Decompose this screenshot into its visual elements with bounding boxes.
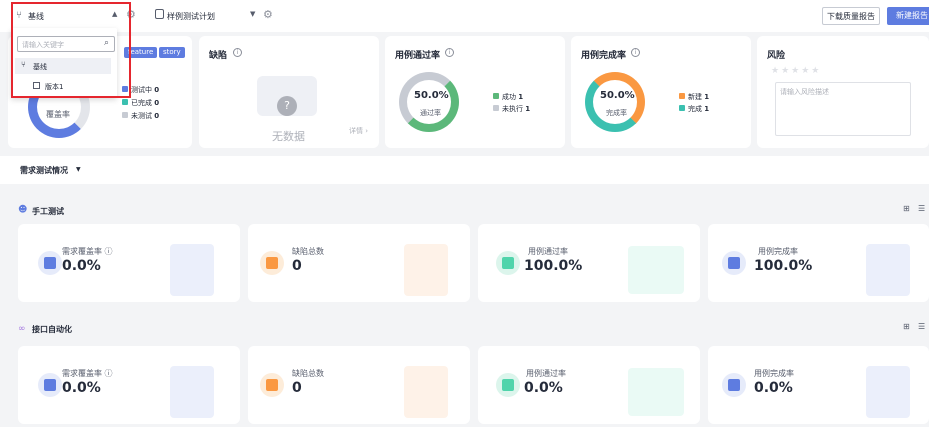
metric-card: 用例通过率 0.0% bbox=[478, 346, 700, 424]
risk-title: 风险 bbox=[767, 51, 786, 61]
legend-done: 已完成 0 bbox=[122, 98, 159, 108]
complete-rate-value: 50.0% bbox=[600, 90, 635, 101]
metric-label: 缺陷总数 bbox=[292, 247, 324, 256]
legend-untested: 未测试 0 bbox=[122, 111, 159, 121]
metric-label: 需求覆盖率 ⓘ bbox=[62, 247, 113, 256]
manual-test-title: 手工测试 bbox=[32, 207, 64, 216]
metric-label: 用例通过率 bbox=[528, 247, 568, 256]
tag-story[interactable]: story bbox=[159, 47, 185, 58]
coverage-rate-label: 覆盖率 bbox=[46, 110, 70, 119]
watermark-icon bbox=[170, 366, 214, 418]
new-report-button[interactable]: 新建报告 bbox=[887, 7, 929, 25]
watermark-icon bbox=[866, 366, 910, 418]
metric-card: 用例通过率 100.0% bbox=[478, 224, 700, 302]
grid-view-icon[interactable]: ⊞ bbox=[903, 204, 910, 213]
risk-card: 风险 ★★★★★ 请输入风险描述 bbox=[757, 36, 929, 148]
pass-rate-sub: 通过率 bbox=[420, 109, 441, 117]
metric-value: 100.0% bbox=[524, 258, 583, 274]
complete-rate-sub: 完成率 bbox=[606, 109, 627, 117]
metric-card: 需求覆盖率 ⓘ 0.0% bbox=[18, 224, 240, 302]
plan-settings-gear-icon[interactable]: ⚙ bbox=[263, 8, 273, 21]
metric-value: 100.0% bbox=[754, 258, 813, 274]
metric-label: 用例完成率 bbox=[754, 369, 794, 378]
chevron-down-icon[interactable]: ▼ bbox=[250, 10, 255, 18]
section-header: 需求测试情况 ▼ bbox=[0, 156, 929, 184]
plan-icon bbox=[155, 9, 164, 19]
plan-select[interactable]: 样例测试计划 bbox=[167, 11, 215, 22]
manual-test-group: ☻ 手工测试 ⊞ ☰ 需求覆盖率 ⓘ 0.0% 缺陷总数 0 用例通过率 100… bbox=[0, 196, 929, 308]
metric-value: 0.0% bbox=[524, 380, 563, 396]
quality-report-page: ⑂ 基线 ▲ ⚙ 样例测试计划 ▼ ⚙ 下载质量报告 新建报告 feature … bbox=[0, 0, 929, 427]
detail-link[interactable]: 详情 › bbox=[349, 126, 368, 136]
defect-icon bbox=[260, 251, 284, 275]
complete-rate-ring bbox=[585, 72, 645, 132]
metric-value: 0.0% bbox=[62, 258, 101, 274]
defect-icon bbox=[260, 373, 284, 397]
legend-new: 新建 1 bbox=[679, 92, 709, 102]
complete-icon bbox=[722, 251, 746, 275]
metric-value: 0.0% bbox=[754, 380, 793, 396]
list-view-icon[interactable]: ☰ bbox=[918, 204, 925, 213]
metric-label: 缺陷总数 bbox=[292, 369, 324, 378]
empty-text: 无数据 bbox=[272, 130, 305, 143]
list-view-icon[interactable]: ☰ bbox=[918, 322, 925, 331]
info-icon[interactable]: i bbox=[445, 48, 454, 57]
metric-label: 用例完成率 bbox=[758, 247, 798, 256]
watermark-icon bbox=[404, 244, 448, 296]
coverage-icon bbox=[38, 373, 62, 397]
metric-card: 需求覆盖率 ⓘ 0.0% bbox=[18, 346, 240, 424]
watermark-icon bbox=[866, 244, 910, 296]
top-toolbar: ⑂ 基线 ▲ ⚙ 样例测试计划 ▼ ⚙ 下载质量报告 新建报告 bbox=[0, 0, 929, 32]
watermark-icon bbox=[628, 246, 684, 294]
pass-rate-title: 用例通过率 bbox=[395, 51, 441, 61]
metric-value: 0.0% bbox=[62, 380, 101, 396]
question-icon: ? bbox=[277, 96, 297, 116]
api-test-group: ∞ 接口自动化 ⊞ ☰ 需求覆盖率 ⓘ 0.0% 缺陷总数 0 用例通过率 0.… bbox=[0, 314, 929, 427]
risk-rating-stars[interactable]: ★★★★★ bbox=[771, 66, 821, 76]
download-report-button[interactable]: 下载质量报告 bbox=[822, 7, 880, 25]
info-icon[interactable]: i bbox=[233, 48, 242, 57]
pass-rate-value: 50.0% bbox=[414, 90, 449, 101]
metric-value: 0 bbox=[292, 380, 302, 396]
pass-icon bbox=[496, 251, 520, 275]
pass-rate-card: 用例通过率 i 50.0% 通过率 成功 1 未执行 1 bbox=[385, 36, 565, 148]
watermark-icon bbox=[404, 366, 448, 418]
section-title[interactable]: 需求测试情况 bbox=[20, 165, 68, 176]
legend-success: 成功 1 bbox=[493, 92, 523, 102]
coverage-icon bbox=[38, 251, 62, 275]
complete-rate-card: 用例完成率 i 50.0% 完成率 新建 1 完成 1 bbox=[571, 36, 751, 148]
complete-rate-title: 用例完成率 bbox=[581, 51, 627, 61]
highlight-box bbox=[11, 2, 131, 98]
watermark-icon bbox=[628, 368, 684, 416]
metric-card: 用例完成率 100.0% bbox=[708, 224, 929, 302]
legend-complete: 完成 1 bbox=[679, 104, 709, 114]
pass-rate-ring bbox=[399, 72, 459, 132]
defects-title: 缺陷 bbox=[209, 51, 228, 61]
watermark-icon bbox=[170, 244, 214, 296]
pass-icon bbox=[496, 373, 520, 397]
defects-card: 缺陷 i ? 无数据 详情 › bbox=[199, 36, 379, 148]
risk-textarea[interactable]: 请输入风险描述 bbox=[775, 82, 911, 136]
metric-card: 缺陷总数 0 bbox=[248, 346, 470, 424]
metric-card: 用例完成率 0.0% bbox=[708, 346, 929, 424]
complete-icon bbox=[722, 373, 746, 397]
metric-label: 用例通过率 bbox=[526, 369, 566, 378]
legend-not-run: 未执行 1 bbox=[493, 104, 530, 114]
section-caret-icon[interactable]: ▼ bbox=[76, 166, 81, 173]
grid-view-icon[interactable]: ⊞ bbox=[903, 322, 910, 331]
metric-label: 需求覆盖率 ⓘ bbox=[62, 369, 113, 378]
info-icon[interactable]: i bbox=[631, 48, 640, 57]
api-test-title: 接口自动化 bbox=[32, 325, 72, 334]
metric-card: 缺陷总数 0 bbox=[248, 224, 470, 302]
manual-test-icon: ☻ bbox=[18, 205, 28, 215]
link-icon: ∞ bbox=[18, 324, 26, 334]
metric-value: 0 bbox=[292, 258, 302, 274]
